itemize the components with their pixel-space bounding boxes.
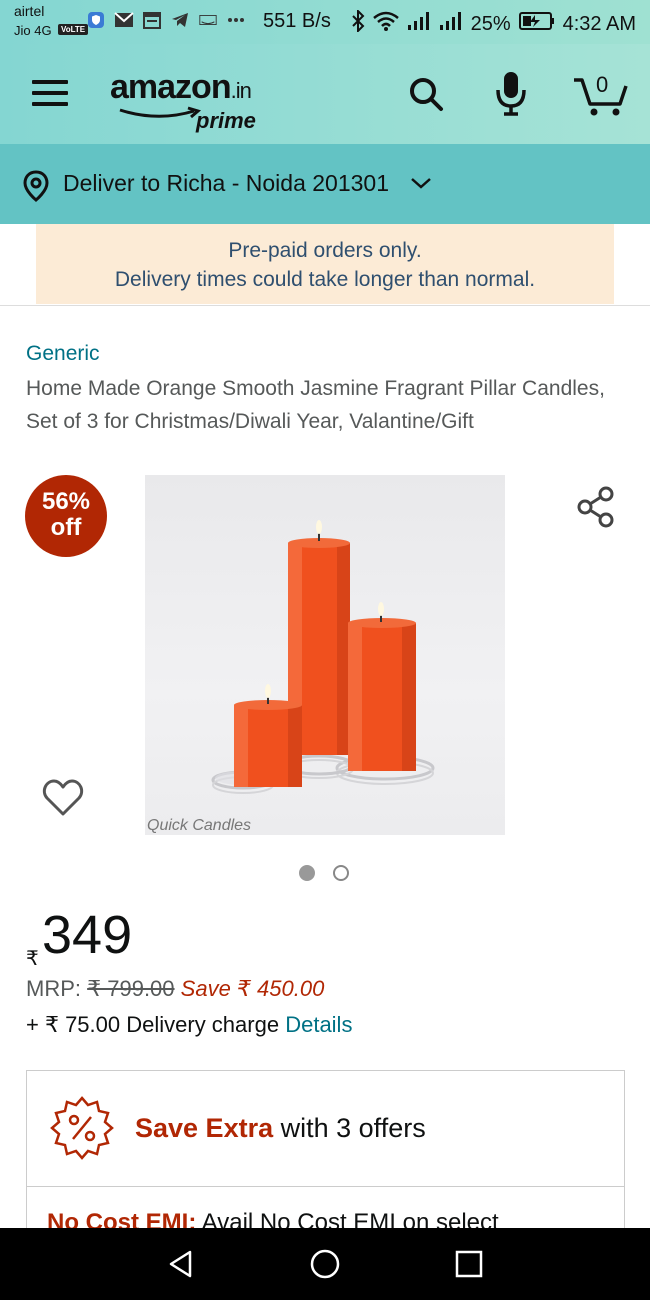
divider: [0, 305, 650, 306]
telegram-icon: [170, 10, 190, 30]
shield-app-icon: [86, 10, 106, 30]
product-image[interactable]: Quick Candles: [145, 475, 505, 835]
signal-sim2-icon: [439, 11, 463, 37]
location-pin-icon: [23, 170, 49, 202]
system-nav-bar: [0, 1228, 650, 1300]
more-notifications-icon: [226, 10, 246, 30]
discount-percent: 56%: [41, 488, 91, 515]
carrier-primary: airtel: [14, 3, 45, 19]
save-extra-label: Save Extra: [135, 1113, 274, 1143]
logo-domain: .in: [230, 78, 252, 103]
menu-icon[interactable]: [32, 80, 68, 108]
back-icon[interactable]: [166, 1249, 196, 1279]
system-indicators: 25% 4:32 AM: [351, 8, 636, 38]
status-bar: airtel Jio 4G VoLTE 551 B/s 25% 4:32 AM: [0, 0, 650, 44]
cart-count: 0: [596, 72, 609, 97]
image-watermark: Quick Candles: [147, 817, 252, 834]
network-speed: 551 B/s: [263, 10, 331, 32]
carousel-dot[interactable]: [333, 865, 349, 881]
delivery-charge-text: + ₹ 75.00 Delivery charge: [26, 1012, 280, 1037]
mrp-line: MRP: ₹ 799.00 Save ₹ 450.00: [26, 976, 324, 1002]
bluetooth-icon: [351, 8, 365, 38]
microphone-icon[interactable]: [494, 70, 528, 118]
chevron-down-icon: [411, 178, 431, 189]
recent-apps-icon[interactable]: [455, 1250, 483, 1278]
save-extra-offers-row[interactable]: Save Extra with 3 offers: [27, 1071, 624, 1187]
app-header: amazon.in prime 0: [0, 44, 650, 144]
save-amount: Save ₹ 450.00: [180, 976, 325, 1001]
delivery-details-link[interactable]: Details: [285, 1012, 352, 1037]
smile-arrow-icon: [119, 106, 202, 119]
prepaid-notice-banner: Pre-paid orders only. Delivery times cou…: [36, 224, 614, 304]
price: 349: [42, 905, 133, 965]
cart-icon[interactable]: 0: [570, 70, 630, 118]
mrp-label: MRP:: [26, 976, 81, 1001]
image-carousel-dots[interactable]: [299, 865, 349, 881]
calendar-icon: [142, 10, 162, 30]
wifi-icon: [372, 11, 399, 37]
home-icon[interactable]: [309, 1248, 341, 1280]
currency-symbol: ₹: [26, 948, 39, 970]
candles-illustration: [211, 520, 435, 794]
carrier-secondary: Jio 4G: [14, 23, 52, 38]
offers-card: Save Extra with 3 offers No Cost EMI: Av…: [26, 1070, 625, 1236]
offers-summary: Save Extra with 3 offers: [135, 1113, 426, 1144]
delivery-charge-line: + ₹ 75.00 Delivery charge Details: [26, 1012, 352, 1038]
product-title: Home Made Orange Smooth Jasmine Fragrant…: [26, 377, 605, 433]
mail-icon: [114, 10, 134, 30]
logo-wordmark: amazon: [110, 68, 232, 106]
search-icon[interactable]: [406, 74, 446, 114]
notice-line-1: Pre-paid orders only.: [228, 239, 422, 262]
amazon-notification-icon: [198, 10, 218, 30]
wishlist-heart-icon[interactable]: [42, 778, 84, 823]
clock: 4:32 AM: [562, 12, 636, 35]
signal-sim1-icon: [407, 11, 431, 37]
percent-badge-icon: [50, 1096, 114, 1160]
notice-line-2: Delivery times could take longer than no…: [114, 268, 536, 291]
deliver-location-bar[interactable]: Deliver to Richa - Noida 201301: [0, 144, 650, 224]
logo-prime: prime: [196, 108, 256, 133]
mrp-value: ₹ 799.00: [87, 976, 175, 1001]
discount-badge: 56% off: [25, 475, 107, 557]
share-icon[interactable]: [576, 486, 616, 533]
brand-link[interactable]: Generic: [26, 342, 100, 366]
amazon-prime-logo[interactable]: amazon.in prime: [110, 68, 256, 133]
discount-off: off: [50, 514, 82, 541]
offers-count-text: with 3 offers: [280, 1113, 426, 1143]
battery-icon: [518, 11, 555, 37]
volte-badge: VoLTE: [58, 24, 89, 35]
battery-percent: 25%: [470, 12, 511, 35]
deliver-to-label: Deliver to Richa - Noida 201301: [63, 170, 390, 196]
notification-icons: [86, 10, 246, 30]
carousel-dot-active[interactable]: [299, 865, 315, 881]
